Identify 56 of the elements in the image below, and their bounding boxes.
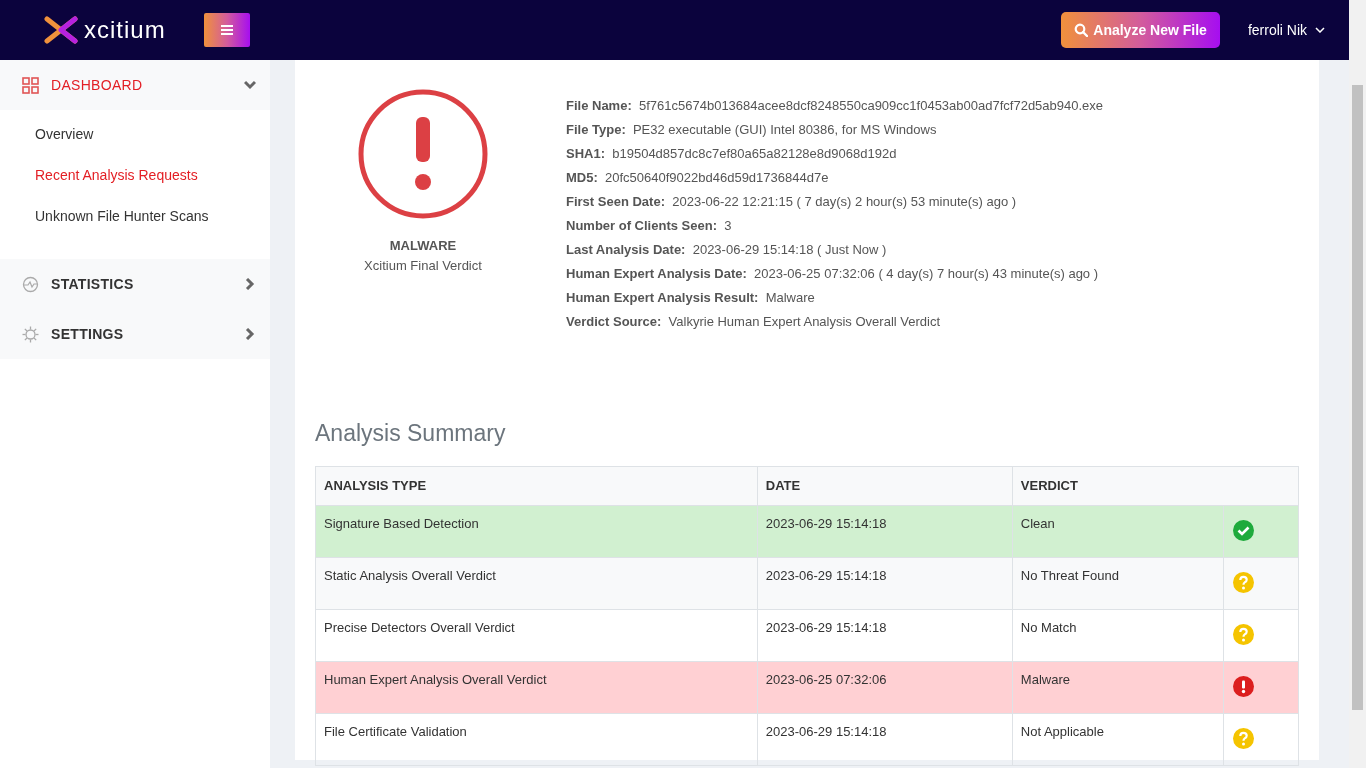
sidebar-section[interactable]: SETTINGS bbox=[0, 309, 270, 359]
grid-icon bbox=[22, 76, 39, 94]
chevron-right-icon bbox=[244, 328, 256, 340]
detail-line: Number of Clients Seen: 3 bbox=[566, 217, 733, 235]
table-cell: No Match bbox=[1012, 609, 1224, 661]
table-cell: Not Applicable bbox=[1012, 713, 1224, 765]
table-cell: Static Analysis Overall Verdict bbox=[315, 557, 758, 609]
table-cell: 2023-06-29 15:14:18 bbox=[757, 557, 1013, 609]
column-header: VERDICT bbox=[1012, 466, 1299, 505]
detail-line: First Seen Date: 2023-06-22 12:21:15 ( 7 day(s) 2 hour(s) 53 minute(s) ago ) bbox=[566, 193, 1018, 211]
section-title: Analysis Summary bbox=[315, 419, 507, 448]
sidebar-link[interactable]: Overview bbox=[0, 114, 270, 155]
sidebar-section[interactable]: DASHBOARD bbox=[0, 60, 270, 110]
table-cell: Clean bbox=[1012, 505, 1224, 557]
table-cell: 2023-06-29 15:14:18 bbox=[757, 505, 1013, 557]
gear-icon bbox=[22, 325, 39, 343]
menu-button[interactable] bbox=[203, 13, 250, 47]
user-menu[interactable]: ferroli Nik bbox=[1247, 19, 1325, 41]
scrollbar[interactable] bbox=[1349, 0, 1366, 768]
logo-text: xcitium bbox=[84, 15, 166, 45]
sidebar-link[interactable]: Recent Analysis Requests bbox=[0, 155, 270, 196]
chevron-right-icon bbox=[244, 278, 256, 290]
chevron-down-icon bbox=[244, 79, 256, 91]
detail-line: Verdict Source: Valkyrie Human Expert Analysis Overall Verdict bbox=[566, 313, 942, 331]
table-cell: Human Expert Analysis Overall Verdict bbox=[315, 661, 758, 713]
table-cell: 2023-06-29 15:14:18 bbox=[757, 713, 1013, 765]
caret-icon bbox=[1315, 27, 1325, 33]
detail-line: File Type: PE32 executable (GUI) Intel 80386, for MS Windows bbox=[566, 121, 938, 139]
section-label: SETTINGS bbox=[51, 324, 125, 344]
table-cell: File Certificate Validation bbox=[315, 713, 758, 765]
verdict-caption: Xcitium Final Verdict bbox=[364, 256, 482, 275]
detail-line: SHA1: b19504d857dc8c7ef80a65a82128e8d9068d192d bbox=[566, 145, 898, 163]
detail-line: File Name: 5f761c5674b013684acee8dcf8248550ca909cc1f0453ab00ad7fcf72d5ab940.exe bbox=[566, 97, 1104, 115]
table-cell: Malware bbox=[1012, 661, 1224, 713]
scrollbar-thumb[interactable] bbox=[1352, 85, 1363, 710]
detail-line: Human Expert Analysis Result: Malware bbox=[566, 289, 816, 307]
analyze-button[interactable]: Analyze New File bbox=[1061, 12, 1220, 48]
column-header: DATE bbox=[757, 466, 1013, 505]
verdict-label: MALWARE bbox=[389, 237, 457, 255]
section-label: STATISTICS bbox=[51, 274, 135, 294]
sidebar-section[interactable]: STATISTICS bbox=[0, 259, 270, 309]
table-cell: No Threat Found bbox=[1012, 557, 1224, 609]
table-cell: Precise Detectors Overall Verdict bbox=[315, 609, 758, 661]
section-label: DASHBOARD bbox=[51, 75, 144, 95]
sidebar-link[interactable]: Unknown File Hunter Scans bbox=[0, 196, 270, 237]
menu-icon bbox=[220, 25, 233, 35]
table-cell: 2023-06-29 15:14:18 bbox=[757, 609, 1013, 661]
table-cell: 2023-06-25 07:32:06 bbox=[757, 661, 1013, 713]
detail-line: Last Analysis Date: 2023-06-29 15:14:18 ( Just Now ) bbox=[566, 241, 888, 259]
detail-line: Human Expert Analysis Date: 2023-06-25 07:32:06 ( 4 day(s) 7 hour(s) 43 minute(s) ago ) bbox=[566, 265, 1100, 283]
detail-line: MD5: 20fc50640f9022bd46d59d1736844d7e bbox=[566, 169, 830, 187]
search-icon bbox=[1074, 23, 1089, 37]
pulse-icon bbox=[22, 275, 39, 293]
column-header: ANALYSIS TYPE bbox=[315, 466, 758, 505]
logo-icon bbox=[44, 16, 78, 44]
table-cell: Signature Based Detection bbox=[315, 505, 758, 557]
